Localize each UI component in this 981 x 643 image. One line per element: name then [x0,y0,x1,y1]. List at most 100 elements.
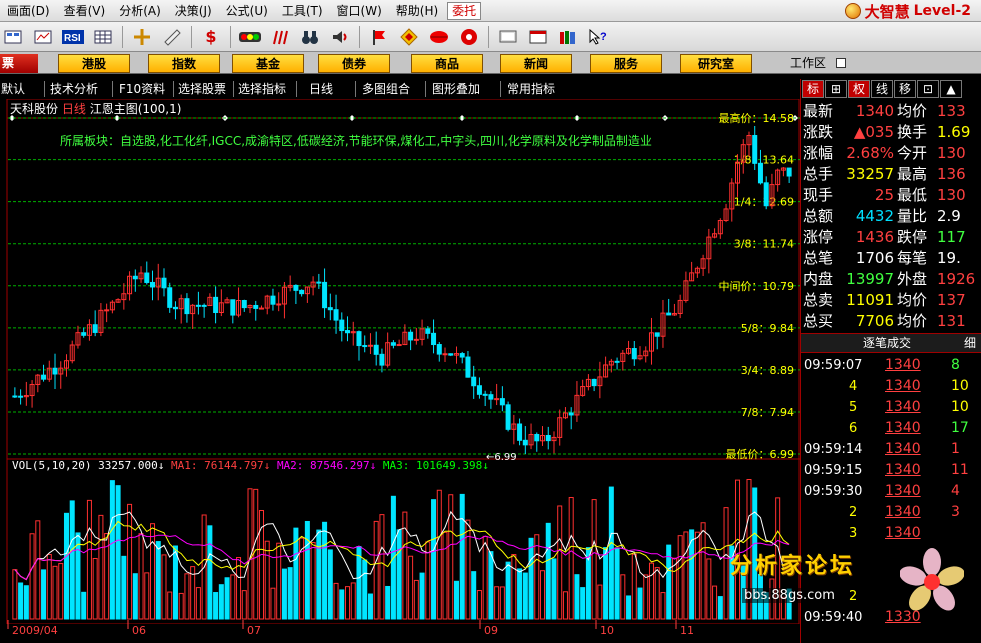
nav-funds[interactable]: 基金 [232,54,304,73]
quote-row: 涨停 1436 跌停 117 [801,227,981,248]
crosshair-icon[interactable] [131,26,153,48]
tab-grid[interactable]: ⊞ [825,80,847,98]
tick-time: 5 [849,400,858,415]
volume-bar [465,519,471,620]
nav-hk-stocks[interactable]: 港股 [58,54,130,73]
sub-multi-chart[interactable]: 多图组合 [362,79,410,99]
menu-item-tools[interactable]: 工具(T) [275,0,330,22]
disc-icon[interactable] [458,26,480,48]
candle-body [18,395,24,398]
layout-icon[interactable] [2,26,24,48]
x-axis-label: 2009/04 [12,624,58,637]
menu-item-screen[interactable]: 画面(D) [0,0,57,22]
table-icon[interactable] [92,26,114,48]
nav-bonds[interactable]: 债券 [318,54,390,73]
volume-bar [58,563,64,620]
sub-select-indicator[interactable]: 选择指标 [238,79,286,99]
traffic-light-icon[interactable] [239,26,261,48]
tick-row: 4 1340 10 [801,376,981,397]
volume-bar [184,573,190,620]
volume-bar [706,558,712,620]
quote-label: 总额 [803,207,834,225]
ticks-detail-tab[interactable]: 细 [964,334,976,353]
tab-line[interactable]: 线 [871,80,893,98]
sub-overlay[interactable]: 图形叠加 [432,79,480,99]
dollar-icon[interactable]: $ [200,26,222,48]
separator [500,81,501,97]
sub-f10[interactable]: F10资料 [119,79,165,99]
candle-body [465,356,471,378]
ta-icon[interactable] [32,26,54,48]
volume-bar [528,537,534,620]
tab-rights[interactable]: 权 [848,80,870,98]
nav-research[interactable]: 研究室 [680,54,752,73]
nav-index[interactable]: 指数 [148,54,220,73]
nav-news[interactable]: 新闻 [500,54,572,73]
menu-item-view[interactable]: 查看(V) [57,0,113,22]
sub-default[interactable]: 默认 [1,79,25,99]
monitor-icon[interactable] [497,26,519,48]
menu-item-analysis[interactable]: 分析(A) [112,0,168,22]
tab-move[interactable]: 移 [894,80,916,98]
quote-value: 136 [937,165,966,183]
sub-technical-analysis[interactable]: 技术分析 [50,79,98,99]
diamond-icon[interactable] [398,26,420,48]
candle-body [448,353,454,356]
nav-commodities[interactable]: 商品 [411,54,483,73]
window-icon[interactable] [527,26,549,48]
tab-window[interactable]: ⊡ [917,80,939,98]
tick-price: 1340 [885,483,921,499]
book-icon[interactable] [557,26,579,48]
menu-item-decision[interactable]: 决策(J) [168,0,219,22]
menu-item-help[interactable]: 帮助(H) [389,0,445,22]
volume-bar [660,592,666,620]
nav-services[interactable]: 服务 [590,54,662,73]
volume-bar [281,568,287,620]
speaker-icon[interactable] [329,26,351,48]
ticks-title[interactable]: 逐笔成交 [863,334,911,353]
work-zone-close-icon[interactable] [836,58,846,68]
tab-up[interactable]: ▲ [940,80,962,98]
candle-body [522,439,528,446]
volume-bar [643,574,649,620]
help-cursor-icon[interactable]: ? [587,26,609,48]
candle-body [534,433,540,442]
menu-item-trade[interactable]: 委托 [447,1,482,20]
candle-body [132,275,138,280]
quote-row: 总笔 1706 每笔 19. [801,248,981,269]
volume-bar [431,499,437,620]
kline-chart[interactable]: 最高价：14.581/8：13.641/4：12.693/8：11.74中间价：… [0,99,800,643]
sub-common-indicators[interactable]: 常用指标 [507,79,555,99]
candle-body [373,344,379,355]
volume-bar [413,579,419,620]
sub-daily[interactable]: 日线 [309,79,333,99]
quote-value: 2.68% [846,144,894,162]
flag-icon[interactable] [368,26,390,48]
flower-logo-icon [900,548,964,611]
volume-bar [482,535,488,620]
volume-bar [270,587,276,620]
menu-item-formula[interactable]: 公式(U) [219,0,275,22]
sub-select-stock[interactable]: 选择股票 [178,79,226,99]
nav-work-zone[interactable]: 工作区 [790,54,826,73]
volume-legend: VOL(5,10,20) 33257.000↓ MA1: 76144.797↓ … [12,459,489,472]
volume-bar [671,557,677,620]
toolbar: RSI $ ? [0,22,981,52]
rsi-icon[interactable]: RSI [62,26,84,48]
chart-area[interactable]: 最高价：14.581/8：13.641/4：12.693/8：11.74中间价：… [0,99,800,643]
volume-bar [620,574,626,620]
quote-value: 1.69 [937,123,971,141]
tab-mark[interactable]: 标 [802,80,824,98]
menu-item-window[interactable]: 窗口(W) [330,0,389,22]
bars-icon[interactable] [269,26,291,48]
volume-bar [700,522,706,620]
ruler-icon[interactable] [161,26,183,48]
separator [296,81,297,97]
tick-volume: 3 [951,504,960,520]
candle-body [442,353,448,356]
binoculars-icon[interactable] [299,26,321,48]
candle-body [471,376,477,387]
lips-icon[interactable] [428,26,450,48]
nav-stock-button[interactable]: 票 [0,54,38,73]
quote-label: 总卖 [803,291,834,309]
